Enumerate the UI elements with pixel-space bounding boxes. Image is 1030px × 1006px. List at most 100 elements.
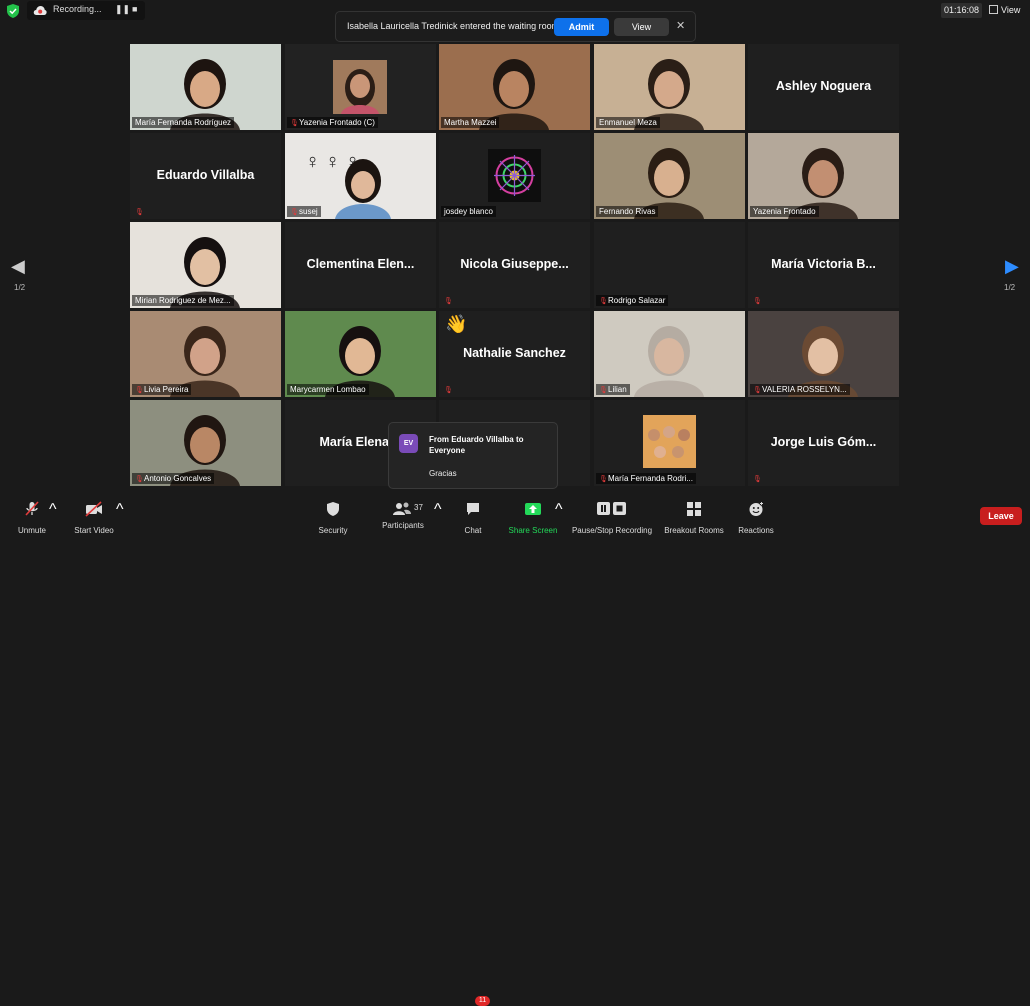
participant-name: Marycarmen Lombao — [290, 385, 366, 394]
unmute-button[interactable]: Unmute — [14, 501, 50, 535]
share-screen-label: Share Screen — [508, 526, 558, 535]
participants-button[interactable]: 37 Participants — [378, 501, 428, 530]
participant-tile[interactable]: 🎙Livia Pereira — [130, 311, 281, 397]
chat-notification-popup[interactable]: EV From Eduardo Villalba to Everyone Gra… — [388, 422, 558, 489]
chat-button[interactable]: Chat — [460, 501, 486, 535]
participants-count: 37 — [414, 503, 423, 512]
participant-name: Lilian — [608, 385, 627, 394]
participant-display-name: Ashley Noguera — [775, 79, 872, 93]
muted-microphone-icon: 🎙 — [290, 209, 299, 216]
participant-tile[interactable]: Mirian Rodriguez de Mez... — [130, 222, 281, 308]
pause-stop-recording-label: Pause/Stop Recording — [571, 526, 653, 535]
chat-bubble-icon — [467, 503, 479, 515]
participant-name: josdey blanco — [444, 207, 493, 216]
share-options-chevron-icon[interactable]: ^ — [555, 501, 563, 519]
participant-name: María Fernanda Rodríguez — [135, 118, 232, 127]
next-page-arrow-icon[interactable]: ▶ — [1005, 256, 1019, 277]
participant-name: Yazenia Frontado (C) — [299, 118, 375, 127]
previous-page-arrow-icon[interactable]: ◀ — [11, 256, 25, 277]
participant-tile[interactable]: 👋 Nathalie Sanchez 🎙 — [439, 311, 590, 397]
participant-name: Rodrigo Salazar — [608, 296, 666, 305]
view-button[interactable]: View — [989, 2, 1020, 18]
participant-tile[interactable]: Jorge Luis Góm... 🎙 — [748, 400, 899, 486]
participant-name-label: Yazenia Frontado — [750, 206, 819, 217]
close-icon[interactable]: ✕ — [676, 19, 685, 32]
participant-display-name: Jorge Luis Góm... — [770, 435, 877, 449]
participants-icon — [393, 502, 411, 515]
start-video-label: Start Video — [74, 526, 114, 535]
breakout-rooms-label: Breakout Rooms — [664, 526, 724, 535]
participant-name: Enmanuel Meza — [599, 118, 657, 127]
participant-name-label: Enmanuel Meza — [596, 117, 660, 128]
participant-tile[interactable]: Marycarmen Lombao — [285, 311, 436, 397]
participant-tile[interactable]: ♀ ♀ ♀ 🎙susej — [285, 133, 436, 219]
shield-icon[interactable] — [6, 4, 20, 18]
participant-tile[interactable]: Eduardo Villalba 🎙 — [130, 133, 281, 219]
participant-name-label: Mirian Rodriguez de Mez... — [132, 295, 234, 306]
participant-name-label: Martha Mazzei — [441, 117, 500, 128]
pause-stop-recording-button[interactable]: Pause/Stop Recording — [571, 501, 653, 535]
participants-label: Participants — [382, 521, 424, 530]
participant-tile[interactable]: Clementina Elen... — [285, 222, 436, 308]
audio-options-chevron-icon[interactable]: ^ — [49, 501, 57, 519]
meeting-timer: 01:16:08 — [941, 3, 982, 18]
participant-name-label: 🎙VALERIA ROSSELYN... — [750, 384, 850, 395]
muted-microphone-icon: 🎙 — [599, 298, 608, 305]
participant-name-label: 🎙Yazenia Frontado (C) — [287, 117, 378, 128]
sender-avatar: EV — [399, 434, 418, 453]
notification-text: Isabella Lauricella Tredinick entered th… — [347, 21, 560, 31]
start-video-button[interactable]: Start Video — [72, 501, 116, 535]
admit-button[interactable]: Admit — [554, 18, 609, 36]
participant-display-name: Nicola Giuseppe... — [460, 257, 569, 271]
pause-recording-icon[interactable]: ❚❚ — [115, 4, 130, 15]
participant-tile[interactable]: Yazenia Frontado — [748, 133, 899, 219]
participant-tile[interactable]: 🎙Yazenia Frontado (C) — [285, 44, 436, 130]
notification-view-button[interactable]: View — [614, 18, 669, 36]
participant-name-label: 🎙Lilian — [596, 384, 630, 395]
participants-chevron-icon[interactable]: ^ — [434, 501, 442, 519]
participant-name-label: 🎙 — [441, 295, 456, 306]
participant-name: Mirian Rodriguez de Mez... — [135, 296, 231, 305]
muted-microphone-icon: 🎙 — [753, 476, 762, 483]
participant-tile[interactable]: 🎙Antonio Goncalves — [130, 400, 281, 486]
video-options-chevron-icon[interactable]: ^ — [116, 501, 124, 519]
unmute-label: Unmute — [17, 526, 46, 535]
participant-name: Martha Mazzei — [444, 118, 497, 127]
stop-recording-icon[interactable]: ■ — [132, 4, 137, 14]
participant-name: María Fernanda Rodri... — [608, 474, 693, 483]
participant-tile[interactable]: Nicola Giuseppe... 🎙 — [439, 222, 590, 308]
reactions-label: Reactions — [738, 526, 774, 535]
participant-display-name: Clementina Elen... — [306, 257, 415, 271]
breakout-rooms-button[interactable]: Breakout Rooms — [662, 501, 726, 535]
participant-tile[interactable]: Fernando Rivas — [594, 133, 745, 219]
participant-tile[interactable]: María Fernanda Rodríguez — [130, 44, 281, 130]
participant-name: Antonio Goncalves — [144, 474, 212, 483]
participant-tile[interactable]: 🎙Lilian — [594, 311, 745, 397]
muted-microphone-icon: 🎙 — [753, 298, 762, 305]
breakout-rooms-icon — [687, 502, 701, 516]
participant-tile[interactable]: 🎙María Fernanda Rodri... — [594, 400, 745, 486]
reactions-button[interactable]: Reactions — [737, 501, 775, 535]
participant-tile[interactable]: María Victoria B... 🎙 — [748, 222, 899, 308]
participant-name-label: 🎙 — [750, 295, 765, 306]
participant-name-label: 🎙 — [132, 206, 147, 217]
participant-tile[interactable]: Martha Mazzei — [439, 44, 590, 130]
participant-tile[interactable]: 🎙VALERIA ROSSELYN... — [748, 311, 899, 397]
recording-label: Recording... — [53, 4, 102, 14]
muted-microphone-icon: 🎙 — [444, 387, 453, 394]
security-button[interactable]: Security — [313, 501, 353, 535]
chat-message: Gracias — [429, 469, 457, 478]
participant-tile[interactable]: Ashley Noguera — [748, 44, 899, 130]
participant-tile[interactable]: josdey blanco — [439, 133, 590, 219]
leave-button[interactable]: Leave — [980, 507, 1022, 525]
security-shield-icon — [327, 502, 339, 516]
waiting-room-notification: Isabella Lauricella Tredinick entered th… — [335, 11, 696, 42]
participant-tile[interactable]: Enmanuel Meza — [594, 44, 745, 130]
participant-tile[interactable]: 🎙Rodrigo Salazar — [594, 222, 745, 308]
chat-unread-badge: 11 — [475, 996, 490, 1006]
participant-name-label: 🎙Antonio Goncalves — [132, 473, 215, 484]
page-indicator-right: 1/2 — [1004, 283, 1016, 292]
share-screen-button[interactable]: Share Screen — [508, 501, 558, 535]
participant-display-name: Nathalie Sanchez — [463, 346, 566, 360]
smiley-reaction-icon — [749, 501, 764, 516]
